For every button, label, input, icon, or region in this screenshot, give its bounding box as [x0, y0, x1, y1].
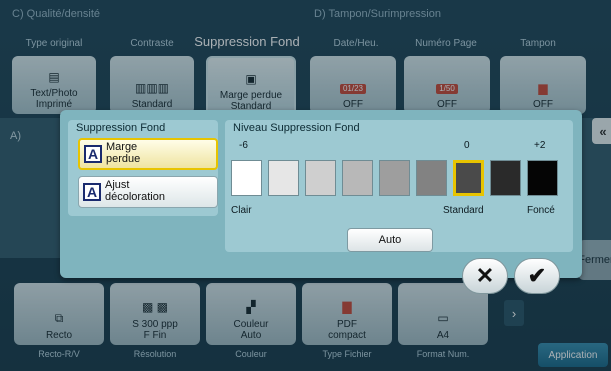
- level-swatch-7[interactable]: [490, 160, 521, 196]
- option-marge-perdue[interactable]: A Marge perdue: [78, 138, 218, 170]
- marge-perdue-icon: A: [84, 145, 102, 163]
- level-swatch-2[interactable]: [305, 160, 336, 196]
- level-swatch-4[interactable]: [379, 160, 410, 196]
- level-group: Niveau Suppression Fond -6 0 +2 Clair St…: [225, 120, 573, 252]
- ok-button[interactable]: ✔: [514, 258, 560, 294]
- level-swatch-5[interactable]: [416, 160, 447, 196]
- mode-group-title: Suppression Fond: [76, 122, 166, 134]
- scale-clair-label: Clair: [231, 205, 252, 216]
- level-group-title: Niveau Suppression Fond: [233, 122, 360, 134]
- suppression-fond-dialog: Suppression Fond A Marge perdue A Ajust …: [60, 110, 582, 278]
- close-icon: ✕: [475, 263, 495, 288]
- option-marge-perdue-label: Marge perdue: [106, 141, 141, 165]
- level-min-label: -6: [239, 140, 248, 151]
- auto-button[interactable]: Auto: [347, 228, 433, 252]
- checkmark-icon: ✔: [527, 263, 547, 288]
- scale-standard-label: Standard: [443, 205, 484, 216]
- level-zero-label: 0: [464, 140, 470, 151]
- scale-fonce-label: Foncé: [527, 205, 555, 216]
- level-swatch-6[interactable]: [453, 160, 484, 196]
- option-ajust-decoloration[interactable]: A Ajust décoloration: [78, 176, 218, 208]
- level-swatch-0[interactable]: [231, 160, 262, 196]
- mode-group: Suppression Fond A Marge perdue A Ajust …: [68, 120, 218, 216]
- screen: C) Qualité/densité D) Tampon/Surimpressi…: [0, 0, 611, 371]
- cancel-button[interactable]: ✕: [462, 258, 508, 294]
- level-swatch-3[interactable]: [342, 160, 373, 196]
- level-swatch-1[interactable]: [268, 160, 299, 196]
- ajust-decoloration-icon: A: [83, 183, 101, 201]
- option-ajust-label: Ajust décoloration: [105, 179, 165, 203]
- level-swatch-8[interactable]: [527, 160, 558, 196]
- level-max-label: +2: [534, 140, 546, 151]
